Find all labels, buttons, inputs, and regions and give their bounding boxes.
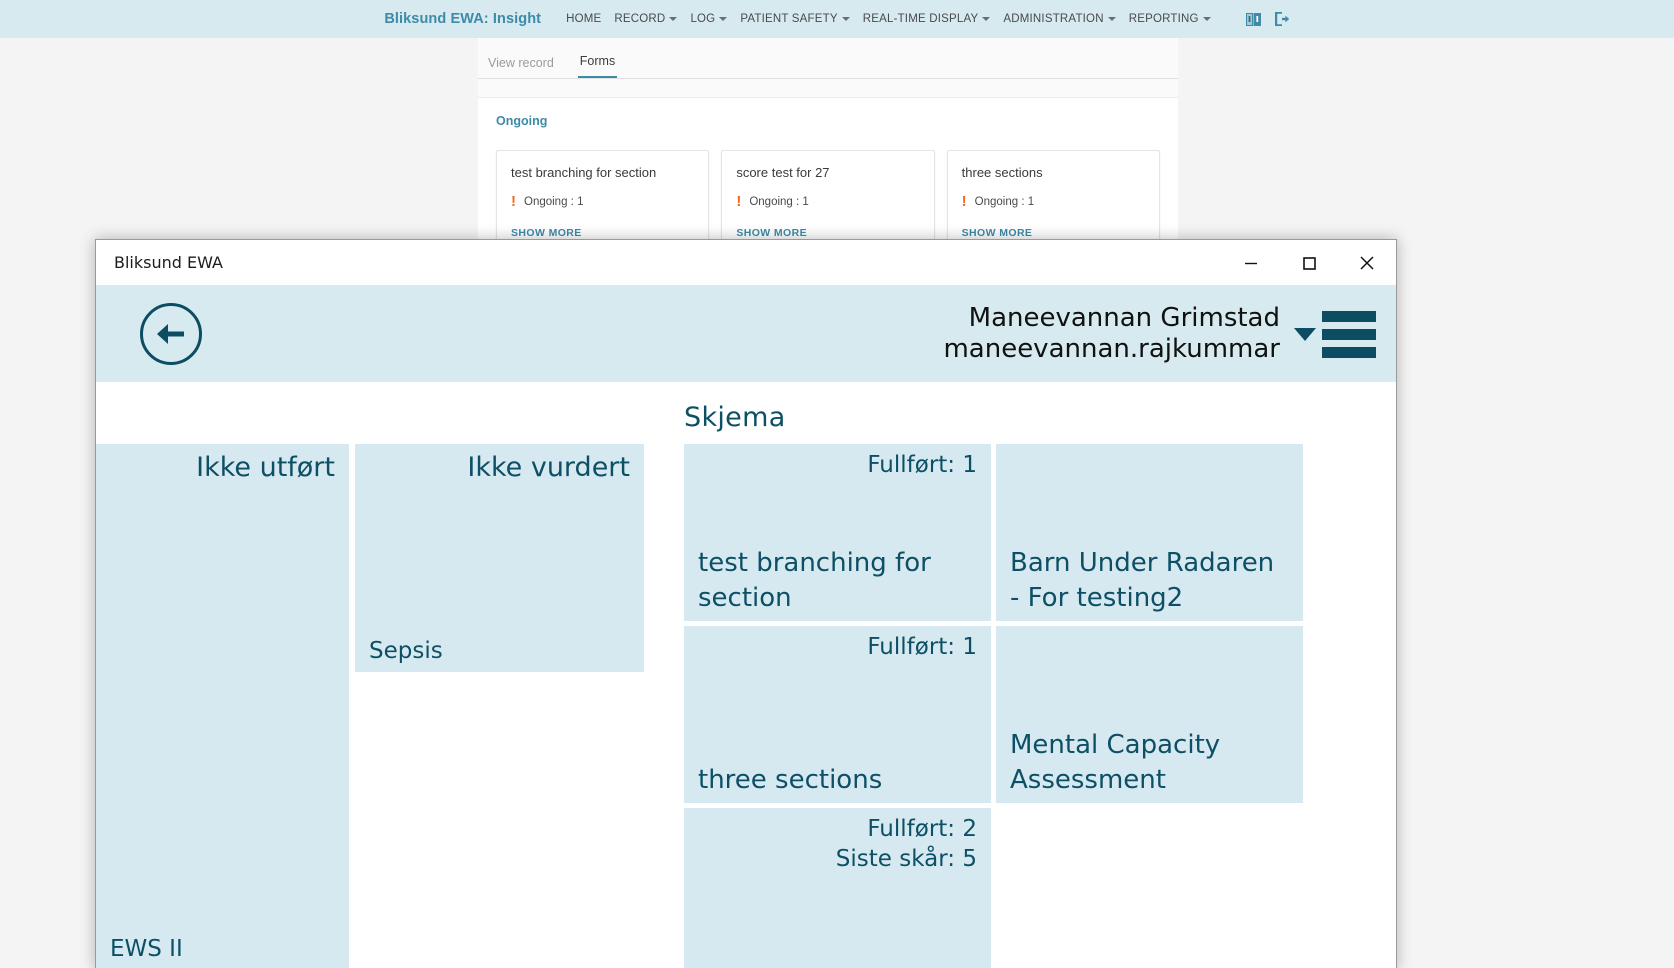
tile-heading: Fullført: 1 bbox=[867, 452, 977, 478]
form-card-status: ! Ongoing : 1 bbox=[962, 194, 1145, 209]
tile-label: Sepsis bbox=[369, 637, 443, 664]
nav-item-label: PATIENT SAFETY bbox=[740, 13, 838, 25]
nav-item-log[interactable]: LOG bbox=[690, 13, 728, 25]
chevron-down-icon bbox=[669, 17, 678, 21]
nav-item-real-time-display[interactable]: REAL-TIME DISPLAY bbox=[863, 13, 991, 25]
minimize-button[interactable] bbox=[1222, 240, 1280, 285]
forms-tile-grid: Ikke utført EWS II Ikke vurdert Sepsis F… bbox=[96, 444, 1396, 968]
tile-three-sections[interactable]: Fullført: 1 three sections bbox=[684, 626, 991, 803]
screen-root: Bliksund EWA: Insight HOME RECORD LOG PA… bbox=[0, 0, 1674, 968]
tile-label: Barn Under Radaren - For testing2 bbox=[1010, 548, 1275, 613]
nav-item-label: HOME bbox=[566, 13, 602, 25]
nav-item-patient-safety[interactable]: PATIENT SAFETY bbox=[740, 13, 850, 25]
form-card-status: ! Ongoing : 1 bbox=[511, 194, 694, 209]
form-card[interactable]: test branching for section ! Ongoing : 1… bbox=[496, 150, 710, 252]
record-tabs: View record Forms bbox=[478, 38, 1178, 79]
tab-forms[interactable]: Forms bbox=[577, 50, 618, 78]
nav-item-administration[interactable]: ADMINISTRATION bbox=[1003, 13, 1116, 25]
navbar-brand[interactable]: Bliksund EWA: Insight bbox=[384, 11, 541, 27]
nav-item-label: RECORD bbox=[614, 13, 666, 25]
tile-label: three sections bbox=[698, 764, 883, 795]
user-info: Maneevannan Grimstad maneevannan.rajkumm… bbox=[943, 303, 1280, 364]
web-navbar: Bliksund EWA: Insight HOME RECORD LOG PA… bbox=[0, 0, 1674, 39]
tile-mental-capacity-assessment[interactable]: Mental Capacity Assessment bbox=[996, 626, 1303, 803]
nav-item-label: REPORTING bbox=[1128, 13, 1199, 25]
form-card-status: ! Ongoing : 1 bbox=[736, 194, 919, 209]
id-card-icon[interactable] bbox=[1245, 12, 1261, 26]
form-card-status-text: Ongoing : 1 bbox=[749, 195, 809, 208]
user-name: Maneevannan Grimstad bbox=[968, 303, 1280, 334]
menu-button[interactable] bbox=[1294, 310, 1376, 358]
nav-item-label: ADMINISTRATION bbox=[1003, 13, 1104, 25]
chevron-down-icon bbox=[719, 17, 728, 21]
maximize-button[interactable] bbox=[1280, 240, 1338, 285]
show-more-link[interactable]: SHOW MORE bbox=[736, 227, 919, 239]
tile-heading: Fullført: 2 Siste skår: 5 bbox=[835, 816, 977, 873]
form-card[interactable]: score test for 27 ! Ongoing : 1 SHOW MOR… bbox=[721, 150, 935, 252]
nav-item-record[interactable]: RECORD bbox=[614, 13, 678, 25]
form-card-status-text: Ongoing : 1 bbox=[524, 195, 584, 208]
window-controls bbox=[1222, 240, 1396, 285]
alert-exclamation-icon: ! bbox=[736, 193, 742, 210]
tile-ikke-vurdert[interactable]: Ikke vurdert Sepsis bbox=[355, 444, 644, 672]
chevron-down-icon bbox=[1202, 17, 1211, 21]
form-card-title: three sections bbox=[961, 165, 1043, 180]
nav-item-label: REAL-TIME DISPLAY bbox=[862, 13, 979, 25]
app-header: Maneevannan Grimstad maneevannan.rajkumm… bbox=[96, 286, 1396, 382]
form-card[interactable]: three sections ! Ongoing : 1 SHOW MORE bbox=[946, 150, 1160, 252]
alert-exclamation-icon: ! bbox=[961, 193, 967, 210]
chevron-down-icon bbox=[1107, 17, 1116, 21]
form-card-title: test branching for section bbox=[511, 165, 657, 180]
tile-heading: Fullført: 1 bbox=[867, 634, 977, 660]
back-button[interactable] bbox=[140, 303, 202, 365]
bliksund-ewa-window: Bliksund EWA Maneevannan Grimstad maneev… bbox=[95, 239, 1397, 968]
ongoing-panel-title: Ongoing bbox=[496, 114, 548, 128]
hamburger-icon bbox=[1322, 310, 1376, 358]
user-login: maneevannan.rajkummar bbox=[943, 334, 1280, 364]
show-more-link[interactable]: SHOW MORE bbox=[962, 227, 1145, 239]
tile-score-test[interactable]: Fullført: 2 Siste skår: 5 bbox=[684, 808, 991, 968]
tile-heading: Ikke utført bbox=[196, 452, 335, 483]
window-titlebar[interactable]: Bliksund EWA bbox=[96, 240, 1396, 286]
nav-item-home[interactable]: HOME bbox=[566, 13, 601, 25]
app-body: Skjema Ikke utført EWS II Ikke vurdert S… bbox=[96, 382, 1396, 968]
navbar-icons bbox=[1245, 12, 1290, 26]
alert-exclamation-icon: ! bbox=[511, 193, 516, 210]
close-button[interactable] bbox=[1338, 240, 1396, 285]
tile-label: Mental Capacity Assessment bbox=[1010, 730, 1221, 795]
nav-item-label: LOG bbox=[690, 13, 716, 25]
tab-view-record[interactable]: View record bbox=[486, 52, 556, 78]
tile-test-branching-for-section[interactable]: Fullført: 1 test branching for section bbox=[684, 444, 991, 621]
tile-label: EWS II bbox=[110, 935, 183, 962]
chevron-down-icon bbox=[982, 17, 991, 21]
nav-item-reporting[interactable]: REPORTING bbox=[1129, 13, 1211, 25]
form-card-title: score test for 27 bbox=[736, 165, 830, 180]
section-title-skjema: Skjema bbox=[684, 402, 786, 433]
form-card-status-text: Ongoing : 1 bbox=[974, 195, 1035, 208]
ongoing-cards-row: test branching for section ! Ongoing : 1… bbox=[496, 150, 1160, 252]
window-title: Bliksund EWA bbox=[114, 253, 223, 272]
tile-barn-under-radaren[interactable]: Barn Under Radaren - For testing2 bbox=[996, 444, 1303, 621]
tile-ikke-utfort[interactable]: Ikke utført EWS II bbox=[96, 444, 349, 968]
navbar-inner: Bliksund EWA: Insight HOME RECORD LOG PA… bbox=[384, 11, 1289, 27]
tile-label: test branching for section bbox=[698, 548, 931, 613]
show-more-link[interactable]: SHOW MORE bbox=[511, 227, 694, 239]
sign-out-icon[interactable] bbox=[1274, 12, 1290, 26]
chevron-down-icon bbox=[1294, 327, 1316, 341]
app-header-right: Maneevannan Grimstad maneevannan.rajkumm… bbox=[943, 303, 1396, 364]
chevron-down-icon bbox=[841, 17, 850, 21]
tile-heading: Ikke vurdert bbox=[467, 452, 630, 483]
